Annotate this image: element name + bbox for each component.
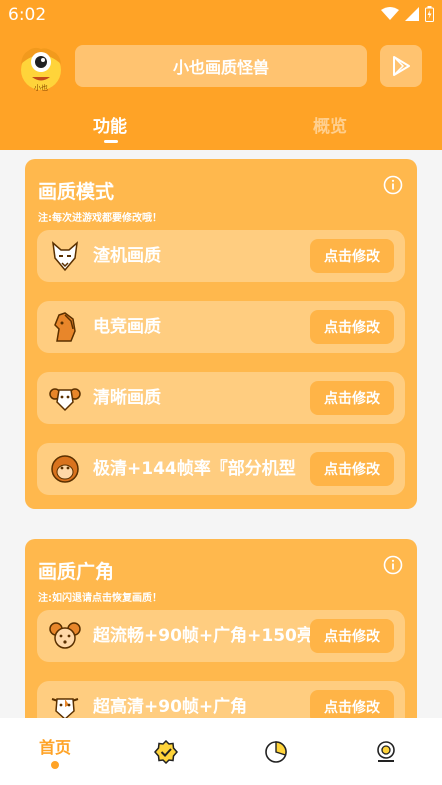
active-tab-indicator [104,140,118,143]
modify-button[interactable]: 点击修改 [310,381,394,415]
info-icon[interactable] [383,175,403,195]
signal-icon [405,7,419,21]
nav-overview[interactable] [246,718,306,785]
nav-active-dot [51,761,59,769]
section-title: 画质广角 [38,561,115,583]
modify-button[interactable]: 点击修改 [310,239,394,273]
mouse-icon [49,622,81,649]
section-card-quality-mode: 画质模式 注:每次进游戏都要修改哦！ 渣机画质 点击修改 电竞画质 点击修改 清… [25,159,417,509]
section-title: 画质模式 [38,181,115,203]
avatar[interactable]: 小也 [16,44,66,92]
status-bar: 6:02 [0,0,442,30]
section-card-wide-angle: 画质广角 注:如闪退请点击恢复画质！ 超流畅+90帧+广角+150亮 点击修改 … [25,539,417,739]
profile-icon [377,741,395,762]
list-item: 清晰画质 点击修改 [37,372,405,424]
tab-overview[interactable]: 概览 [313,112,347,137]
modify-button[interactable]: 点击修改 [310,452,394,486]
section-note: 注:每次进游戏都要修改哦！ [38,213,162,224]
list-item: 超流畅+90帧+广角+150亮 点击修改 [37,610,405,662]
ram-icon [49,388,81,412]
info-icon[interactable] [383,555,403,575]
app-title[interactable]: 小也画质怪兽 [75,45,367,87]
tab-bar: 功能 概览 [0,108,442,148]
mascot-logo-icon: 小也 [21,47,61,92]
status-time: 6:02 [8,5,47,25]
fox-icon [51,241,79,272]
wifi-icon [381,7,399,20]
battery-icon [425,6,434,22]
horse-icon [54,312,76,342]
row-label: 渣机画质 [93,246,161,266]
row-label: 超流畅+90帧+广角+150亮 [93,626,314,646]
svg-text:小也: 小也 [34,83,48,92]
status-icons [381,6,434,22]
row-label: 电竞画质 [93,317,161,337]
monkey-icon [51,455,79,483]
tab-features[interactable]: 功能 [93,112,127,137]
play-store-button[interactable] [380,45,422,87]
nav-badge[interactable] [136,718,196,785]
bottom-nav: 首页 [0,718,442,785]
nav-home-label: 首页 [38,738,71,757]
badge-check-icon [154,740,178,764]
list-item: 渣机画质 点击修改 [37,230,405,282]
row-label: 清晰画质 [93,388,161,408]
section-note: 注:如闪退请点击恢复画质！ [38,593,162,604]
modify-button[interactable]: 点击修改 [310,310,394,344]
nav-profile[interactable] [356,718,416,785]
modify-button[interactable]: 点击修改 [310,619,394,653]
list-item: 极清+144帧率『部分机型 点击修改 [37,443,405,495]
app-header: 小也 小也画质怪兽 [0,40,442,96]
list-item: 电竞画质 点击修改 [37,301,405,353]
play-store-icon [393,56,410,76]
pie-chart-icon [265,741,287,763]
row-label: 极清+144帧率『部分机型 [93,459,296,479]
nav-home[interactable]: 首页 [25,718,85,785]
